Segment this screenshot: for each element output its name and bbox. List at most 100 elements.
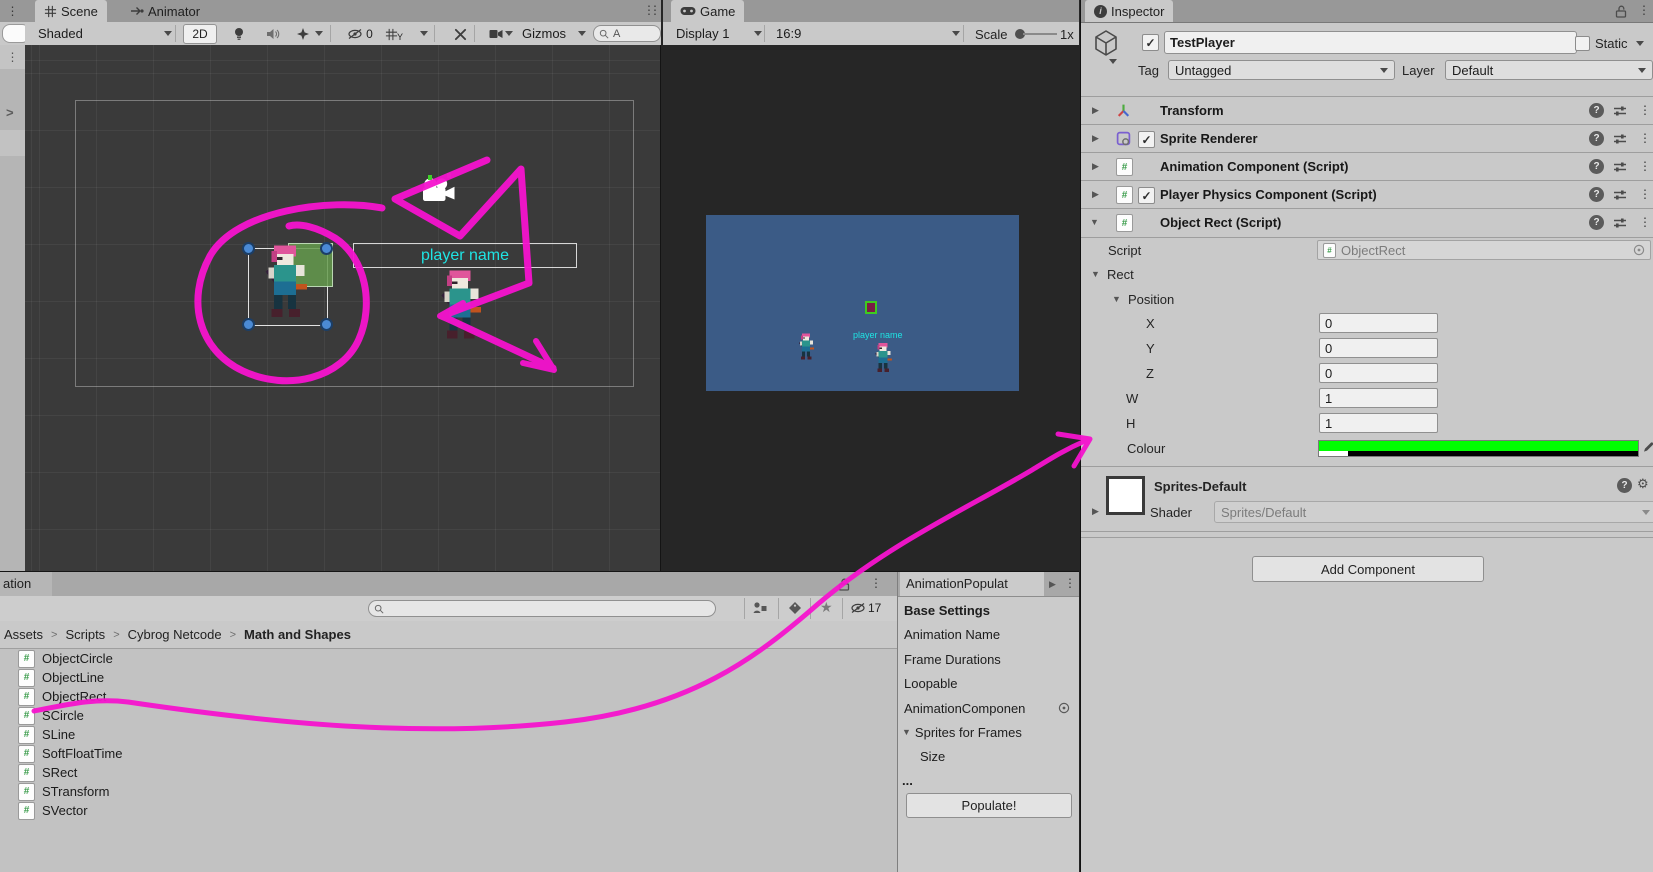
populate-button[interactable]: Populate!: [906, 793, 1072, 818]
material-preview-swatch[interactable]: [1106, 476, 1145, 515]
selection-handle-bl[interactable]: [242, 318, 255, 331]
component-kebab-icon[interactable]: ⋮: [1639, 160, 1651, 172]
help-icon[interactable]: ?: [1589, 215, 1604, 230]
rect-foldout-label[interactable]: Rect: [1107, 267, 1134, 282]
gameobject-icon-dropdown-arrow[interactable]: [1109, 59, 1117, 64]
file-objectrect[interactable]: #ObjectRect: [0, 687, 106, 706]
component-kebab-icon[interactable]: ⋮: [1639, 188, 1651, 200]
foldout-closed-icon[interactable]: ▶: [1092, 161, 1099, 172]
breadcrumb-current-folder[interactable]: Math and Shapes: [244, 627, 351, 642]
gear-icon[interactable]: ⚙: [1637, 476, 1649, 492]
strip-kebab-icon[interactable]: ⋮: [7, 4, 19, 18]
field-w-input[interactable]: 1: [1319, 388, 1438, 408]
material-expand-icon[interactable]: ▶: [1092, 506, 1099, 517]
rect-foldout-icon[interactable]: ▼: [1091, 269, 1100, 279]
foldout-open-icon[interactable]: ▼: [1090, 217, 1099, 227]
gameobject-name-field[interactable]: TestPlayer: [1164, 31, 1577, 54]
project-tab-label[interactable]: ation: [3, 576, 31, 591]
object-picker-icon[interactable]: [1633, 244, 1645, 256]
presets-icon[interactable]: [1613, 133, 1627, 145]
position-foldout-label[interactable]: Position: [1128, 292, 1174, 307]
populate-tab-expand-icon[interactable]: ▶: [1049, 579, 1056, 590]
selection-handle-br[interactable]: [320, 318, 333, 331]
colour-swatch[interactable]: [1318, 440, 1639, 457]
player-sprite-2[interactable]: [439, 269, 481, 345]
game-viewport[interactable]: player name: [663, 45, 1079, 571]
populate-size[interactable]: Size: [920, 744, 1070, 768]
layer-dropdown[interactable]: Default: [1445, 60, 1653, 80]
add-component-button[interactable]: Add Component: [1252, 556, 1484, 582]
scale-slider-track[interactable]: [1023, 33, 1057, 35]
display-dropdown[interactable]: Display 1: [669, 24, 769, 43]
file-objectline[interactable]: #ObjectLine: [0, 668, 104, 687]
search-by-type-button[interactable]: [752, 601, 768, 615]
populate-animation-component[interactable]: AnimationComponen: [904, 696, 1056, 720]
strip-expand-chevron[interactable]: >: [6, 105, 14, 120]
file-objectcircle[interactable]: #ObjectCircle: [0, 649, 113, 668]
search-by-label-button[interactable]: [788, 601, 802, 615]
file-scircle[interactable]: #SCircle: [0, 706, 84, 725]
scene-camera-gizmo-icon[interactable]: [418, 177, 458, 204]
presets-icon[interactable]: [1613, 105, 1627, 117]
component-transform[interactable]: ▶ Transform ? ⋮: [1081, 96, 1653, 125]
help-icon[interactable]: ?: [1589, 187, 1604, 202]
strip-kebab2-icon[interactable]: ⋮: [7, 50, 19, 64]
2d-toggle-button[interactable]: 2D: [183, 24, 217, 44]
populate-animation-name[interactable]: Animation Name: [904, 622, 1074, 646]
position-foldout-icon[interactable]: ▼: [1112, 294, 1121, 304]
component-animation-component[interactable]: ▶ # Animation Component (Script) ? ⋮: [1081, 152, 1653, 181]
populate-frame-durations[interactable]: Frame Durations: [904, 647, 1074, 671]
breadcrumb-assets[interactable]: Assets: [4, 627, 43, 642]
gameobject-active-checkbox[interactable]: ✓: [1142, 34, 1159, 51]
tab-inspector[interactable]: i Inspector: [1085, 0, 1173, 22]
populate-base-settings[interactable]: Base Settings: [904, 598, 1074, 622]
component-kebab-icon[interactable]: ⋮: [1639, 104, 1651, 116]
effects-dropdown-arrow[interactable]: [315, 31, 323, 36]
player-name-box[interactable]: player name: [353, 243, 577, 268]
hidden-packages-toggle[interactable]: 17: [850, 601, 881, 615]
component-kebab-icon[interactable]: ⋮: [1639, 132, 1651, 144]
tab-game[interactable]: Game: [671, 0, 744, 22]
component-enabled-checkbox[interactable]: ✓: [1138, 187, 1155, 204]
scene-viewport[interactable]: player name: [25, 45, 661, 571]
static-checkbox[interactable]: [1575, 36, 1590, 51]
field-x-input[interactable]: 0: [1319, 313, 1438, 333]
populate-kebab-icon[interactable]: ⋮: [1064, 577, 1076, 589]
file-stransform[interactable]: #STransform: [0, 782, 109, 801]
populate-sprites-foldout[interactable]: ▼ Sprites for Frames: [902, 720, 1072, 744]
shader-dropdown[interactable]: Sprites/Default: [1214, 501, 1653, 523]
field-y-input[interactable]: 0: [1319, 338, 1438, 358]
file-srect[interactable]: #SRect: [0, 763, 77, 782]
presets-icon[interactable]: [1613, 189, 1627, 201]
scene-search-input[interactable]: A: [593, 25, 661, 42]
project-search-input[interactable]: [368, 600, 716, 617]
component-enabled-checkbox[interactable]: ✓: [1138, 131, 1155, 148]
aspect-ratio-dropdown[interactable]: 16:9: [769, 24, 967, 43]
project-kebab-icon[interactable]: ⋮: [870, 577, 882, 589]
help-icon[interactable]: ?: [1617, 478, 1632, 493]
selection-handle-tr[interactable]: [320, 242, 333, 255]
script-object-field[interactable]: # ObjectRect: [1317, 240, 1651, 260]
scene-tools-button[interactable]: [442, 24, 478, 44]
component-player-physics[interactable]: ▶ # ✓ Player Physics Component (Script) …: [1081, 180, 1653, 209]
component-kebab-icon[interactable]: ⋮: [1639, 216, 1651, 228]
help-icon[interactable]: ?: [1589, 131, 1604, 146]
inspector-kebab-icon[interactable]: ⋮: [1638, 4, 1650, 16]
file-softfloattime[interactable]: #SoftFloatTime: [0, 744, 122, 763]
populate-tab-label[interactable]: AnimationPopulat: [906, 576, 1044, 591]
presets-icon[interactable]: [1613, 161, 1627, 173]
presets-icon[interactable]: [1613, 217, 1627, 229]
camera-dropdown-arrow[interactable]: [505, 31, 513, 36]
tag-dropdown[interactable]: Untagged: [1168, 60, 1395, 80]
breadcrumb-cybrog-netcode[interactable]: Cybrog Netcode: [128, 627, 222, 642]
file-sline[interactable]: #SLine: [0, 725, 75, 744]
object-picker-icon[interactable]: [1058, 702, 1070, 714]
lock-icon[interactable]: [838, 578, 850, 591]
gizmos-dropdown[interactable]: Gizmos: [515, 24, 593, 43]
shading-mode-dropdown[interactable]: Shaded: [31, 24, 179, 43]
component-sprite-renderer[interactable]: ▶ ✓ Sprite Renderer ? ⋮: [1081, 124, 1653, 153]
eyedropper-icon[interactable]: [1642, 441, 1653, 455]
tab-animator[interactable]: Animator: [121, 0, 209, 22]
foldout-closed-icon[interactable]: ▶: [1092, 133, 1099, 144]
component-object-rect[interactable]: ▼ # Object Rect (Script) ? ⋮: [1081, 208, 1653, 238]
